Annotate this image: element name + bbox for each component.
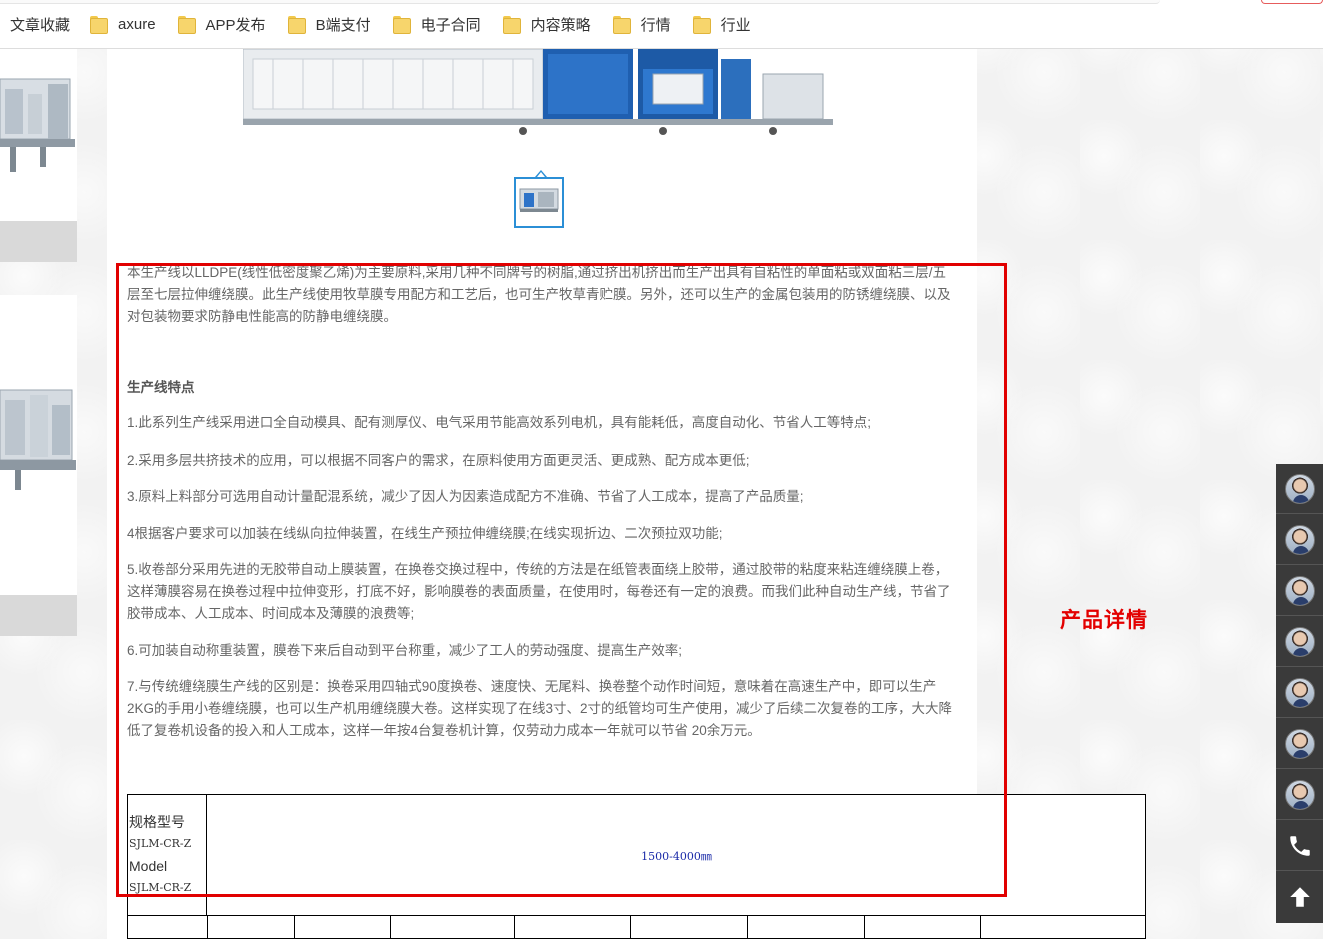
annotation-label: 产品详情 — [1060, 607, 1148, 632]
table-divider — [390, 916, 391, 939]
folder-icon — [612, 15, 631, 34]
bookmark-folder[interactable]: B端支付 — [287, 14, 371, 35]
model-code: SJLM-CR-Z — [129, 837, 192, 850]
avatar-icon — [1284, 677, 1315, 708]
bookmark-label: B端支付 — [315, 16, 371, 34]
customer-service-avatar[interactable] — [1276, 617, 1323, 667]
model-code: SJLM-CR-Z — [129, 881, 192, 894]
spec-label-en: Model — [129, 858, 168, 874]
spec-label-cn: 规格型号 — [129, 814, 185, 830]
customer-service-avatar[interactable] — [1276, 719, 1323, 769]
customer-service-avatar[interactable] — [1276, 464, 1323, 514]
thumbnail-pointer — [535, 170, 547, 177]
phone-button[interactable] — [1276, 821, 1323, 871]
bookmark-folder[interactable]: axure — [90, 15, 156, 34]
customer-service-avatar[interactable] — [1276, 770, 1323, 820]
folder-icon — [287, 15, 306, 34]
back-to-top-button[interactable] — [1276, 872, 1323, 922]
bookmark-label: axure — [118, 15, 156, 33]
feature-item: 4根据客户要求可以加装在线纵向拉伸装置，在线生产预拉伸缠绕膜;在线实现折边、二次… — [127, 526, 723, 541]
related-product-image[interactable] — [0, 49, 77, 221]
spec-value-cell: 1500-4000㎜ — [208, 795, 1145, 916]
related-product-image[interactable] — [0, 295, 77, 595]
bookmark-label: 行情 — [640, 16, 671, 34]
machine-image — [243, 49, 833, 139]
table-divider — [864, 916, 865, 939]
customer-service-avatar[interactable] — [1276, 668, 1323, 718]
table-divider — [294, 916, 295, 939]
related-product-caption-bar[interactable] — [0, 221, 77, 262]
folder-icon — [90, 15, 109, 34]
product-intro: 本生产线以LLDPE(线性低密度聚乙烯)为主要原料,采用几种不同牌号的树脂,通过… — [127, 265, 951, 324]
bookmark-folder[interactable]: APP发布 — [177, 14, 266, 35]
feature-item: 7.与传统缠绕膜生产线的区别是：换卷采用四轴式90度换卷、速度快、无尾料、换卷整… — [127, 679, 953, 738]
folder-icon — [177, 15, 196, 34]
bookmark-label: 内容策略 — [530, 16, 591, 34]
product-thumbnail[interactable] — [514, 177, 564, 228]
feature-item: 1.此系列生产线采用进口全自动模具、配有测厚仪、电气采用节能高效系列电机，具有能… — [127, 415, 872, 430]
phone-icon — [1289, 835, 1310, 856]
spec-table-row — [128, 915, 1145, 939]
table-divider — [514, 916, 515, 939]
avatar-icon — [1284, 728, 1315, 759]
tab-strip-red-edge — [1261, 0, 1323, 4]
folder-icon — [392, 15, 411, 34]
feature-item: 5.收卷部分采用先进的无胶带自动上膜装置，在换卷交换过程中，传统的方法是在纸管表… — [127, 562, 951, 621]
avatar-icon — [1284, 473, 1315, 504]
bookmark-label: APP发布 — [205, 16, 266, 34]
bookmark-item[interactable]: 文章收藏 — [10, 14, 70, 35]
customer-service-avatar[interactable] — [1276, 566, 1323, 616]
tab-strip-edge — [0, 0, 1160, 4]
machine-image — [0, 295, 77, 595]
table-divider — [207, 916, 208, 939]
bookmark-label: 行业 — [720, 16, 751, 34]
bookmarks-bar: 文章收藏 axure APP发布 B端支付 电子合同 内容策略 行情 行业 — [0, 0, 1323, 49]
machine-thumbnail-image — [516, 179, 562, 226]
machine-image — [0, 49, 77, 221]
folder-icon — [502, 15, 521, 34]
arrow-up-icon — [1289, 887, 1310, 907]
feature-item: 3.原料上料部分可选用自动计量配混系统，减少了因人为因素造成配方不准确、节省了人… — [127, 489, 804, 504]
bookmark-folder[interactable]: 行业 — [692, 14, 751, 35]
bookmark-label: 文章收藏 — [10, 16, 71, 34]
bookmark-label: 电子合同 — [420, 16, 481, 34]
bookmark-folder[interactable]: 行情 — [612, 14, 671, 35]
folder-icon — [692, 15, 711, 34]
feature-item: 2.采用多层共挤技术的应用，可以根据不同客户的需求，在原料使用方面更灵活、更成熟… — [127, 453, 750, 468]
features-heading: 生产线特点 — [127, 380, 195, 395]
spec-value: 1500-4000㎜ — [641, 849, 712, 863]
product-main-image — [243, 49, 833, 139]
floating-contact-bar — [1276, 464, 1323, 923]
table-divider — [630, 916, 631, 939]
table-divider — [980, 916, 981, 939]
avatar-icon — [1284, 524, 1315, 555]
spec-label-cell: 规格型号 SJLM-CR-Z Model SJLM-CR-Z — [128, 795, 207, 916]
avatar-icon — [1284, 779, 1315, 810]
related-product-caption-bar[interactable] — [0, 595, 77, 636]
feature-item: 6.可加装自动称重装置，膜卷下来后自动到平台称重，减少了工人的劳动强度、提高生产… — [127, 643, 683, 658]
bookmark-folder[interactable]: 内容策略 — [502, 14, 591, 35]
related-products-column — [0, 49, 77, 939]
avatar-icon — [1284, 626, 1315, 657]
bookmark-folder[interactable]: 电子合同 — [392, 14, 481, 35]
spec-table: 规格型号 SJLM-CR-Z Model SJLM-CR-Z 1500-4000… — [127, 794, 1146, 939]
customer-service-avatar[interactable] — [1276, 515, 1323, 565]
avatar-icon — [1284, 575, 1315, 606]
table-divider — [747, 916, 748, 939]
